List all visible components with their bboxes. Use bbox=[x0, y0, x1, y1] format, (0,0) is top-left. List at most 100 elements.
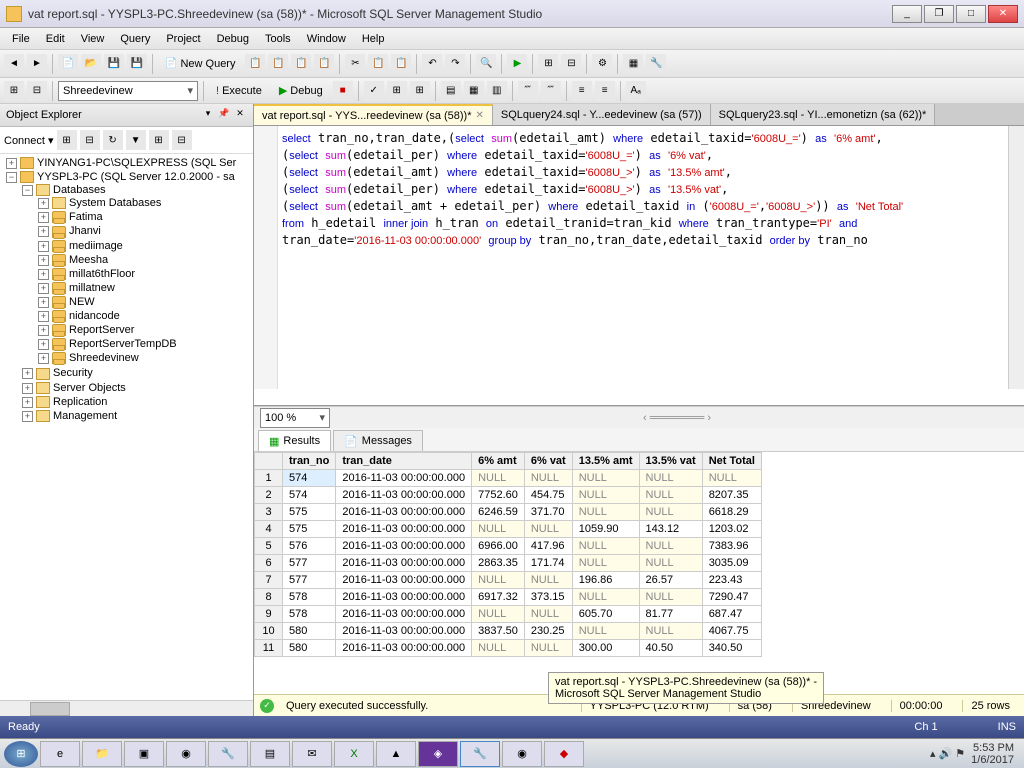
tab[interactable]: SQLquery23.sql - YI...emonetizn (sa (62)… bbox=[711, 104, 936, 125]
stop-button[interactable]: ■ bbox=[333, 81, 353, 101]
indent-button[interactable]: ≡ bbox=[572, 81, 592, 101]
cell[interactable]: 4067.75 bbox=[702, 623, 761, 640]
cell[interactable]: 223.43 bbox=[702, 572, 761, 589]
cell[interactable]: 605.70 bbox=[572, 606, 639, 623]
save-all-button[interactable]: 💾 bbox=[127, 54, 147, 74]
expand-icon[interactable]: + bbox=[38, 353, 49, 364]
connect-button[interactable]: Connect ▾ bbox=[4, 134, 54, 147]
cell[interactable]: 2016-11-03 00:00:00.000 bbox=[336, 640, 472, 657]
cell[interactable]: NULL bbox=[472, 521, 525, 538]
menu-view[interactable]: View bbox=[73, 30, 113, 48]
save-button[interactable]: 💾 bbox=[104, 54, 124, 74]
cell[interactable]: NULL bbox=[639, 589, 702, 606]
tab[interactable]: SQLquery24.sql - Y...eedevinew (sa (57)) bbox=[493, 104, 711, 125]
collapse-icon[interactable]: − bbox=[6, 172, 17, 183]
cell[interactable]: 373.15 bbox=[524, 589, 572, 606]
tb-icon-4[interactable]: 📋 bbox=[314, 54, 334, 74]
tb2-icon-2[interactable]: ⊟ bbox=[27, 81, 47, 101]
menu-help[interactable]: Help bbox=[354, 30, 393, 48]
expand-icon[interactable]: + bbox=[38, 269, 49, 280]
cell[interactable]: 340.50 bbox=[702, 640, 761, 657]
results-text-button[interactable]: ▤ bbox=[441, 81, 461, 101]
cell[interactable]: 2016-11-03 00:00:00.000 bbox=[336, 487, 472, 504]
cell[interactable]: NULL bbox=[524, 572, 572, 589]
cell[interactable]: 143.12 bbox=[639, 521, 702, 538]
cell[interactable]: 300.00 bbox=[572, 640, 639, 657]
cell[interactable]: 575 bbox=[283, 504, 336, 521]
taskbar-outlook[interactable]: ✉ bbox=[292, 741, 332, 767]
column-header[interactable]: tran_no bbox=[283, 453, 336, 470]
new-query-button[interactable]: 📄 New Query bbox=[158, 54, 242, 74]
column-header[interactable]: 13.5% amt bbox=[572, 453, 639, 470]
menu-tools[interactable]: Tools bbox=[257, 30, 299, 48]
results-file-button[interactable]: ▥ bbox=[487, 81, 507, 101]
row-number[interactable]: 5 bbox=[255, 538, 283, 555]
explorer-refresh-icon[interactable]: ↻ bbox=[103, 130, 123, 150]
cell[interactable]: NULL bbox=[702, 470, 761, 487]
menu-query[interactable]: Query bbox=[112, 30, 158, 48]
cell[interactable]: 454.75 bbox=[524, 487, 572, 504]
results-tab[interactable]: ▦Results bbox=[258, 430, 331, 451]
explorer-tb-1[interactable]: ⊞ bbox=[57, 130, 77, 150]
cell[interactable]: NULL bbox=[572, 538, 639, 555]
cell[interactable]: 578 bbox=[283, 606, 336, 623]
debug-button[interactable]: ▶ Debug bbox=[272, 81, 330, 101]
expand-icon[interactable]: + bbox=[38, 255, 49, 266]
redo-button[interactable]: ↷ bbox=[445, 54, 465, 74]
new-project-button[interactable]: 📄 bbox=[58, 54, 78, 74]
taskbar-android[interactable]: ▲ bbox=[376, 741, 416, 767]
cell[interactable]: 687.47 bbox=[702, 606, 761, 623]
system-tray[interactable]: ▴ 🔊 ⚑ 5:53 PM1/6/2017 bbox=[924, 742, 1020, 766]
parse-button[interactable]: ✓ bbox=[364, 81, 384, 101]
object-tree[interactable]: +YINYANG1-PC\SQLEXPRESS (SQL Ser −YYSPL3… bbox=[0, 154, 253, 700]
column-header[interactable]: Net Total bbox=[702, 453, 761, 470]
cell[interactable]: NULL bbox=[572, 623, 639, 640]
cell[interactable]: NULL bbox=[524, 521, 572, 538]
cell[interactable]: 2016-11-03 00:00:00.000 bbox=[336, 555, 472, 572]
zoom-combo[interactable]: 100 % bbox=[260, 408, 330, 428]
explorer-tb-4[interactable]: ⊟ bbox=[172, 130, 192, 150]
tab-active[interactable]: vat report.sql - YYS...reedevinew (sa (5… bbox=[254, 104, 493, 125]
paste-button[interactable]: 📋 bbox=[391, 54, 411, 74]
column-header[interactable]: 6% vat bbox=[524, 453, 572, 470]
explorer-dropdown-icon[interactable]: ▾ bbox=[201, 108, 215, 122]
cell[interactable]: NULL bbox=[572, 589, 639, 606]
cell[interactable]: 2863.35 bbox=[472, 555, 525, 572]
row-number[interactable]: 10 bbox=[255, 623, 283, 640]
expand-icon[interactable]: + bbox=[6, 158, 17, 169]
row-number[interactable]: 3 bbox=[255, 504, 283, 521]
pin-icon[interactable]: 📌 bbox=[217, 108, 231, 122]
open-button[interactable]: 📂 bbox=[81, 54, 101, 74]
cell[interactable]: 574 bbox=[283, 470, 336, 487]
row-number[interactable]: 11 bbox=[255, 640, 283, 657]
cell[interactable]: 40.50 bbox=[639, 640, 702, 657]
cell[interactable]: 578 bbox=[283, 589, 336, 606]
row-number[interactable]: 4 bbox=[255, 521, 283, 538]
cell[interactable]: NULL bbox=[472, 640, 525, 657]
tb2-icon-4[interactable]: ⊞ bbox=[410, 81, 430, 101]
table-row[interactable]: 75772016-11-03 00:00:00.000NULLNULL196.8… bbox=[255, 572, 762, 589]
cell[interactable]: NULL bbox=[639, 555, 702, 572]
tb-icon-5[interactable]: ⊞ bbox=[538, 54, 558, 74]
menu-edit[interactable]: Edit bbox=[38, 30, 73, 48]
cell[interactable]: 2016-11-03 00:00:00.000 bbox=[336, 589, 472, 606]
sql-text[interactable]: select tran_no,tran_date,(select sum(ede… bbox=[282, 130, 903, 249]
expand-icon[interactable]: + bbox=[38, 241, 49, 252]
taskbar-explorer[interactable]: 📁 bbox=[82, 741, 122, 767]
cell[interactable]: 2016-11-03 00:00:00.000 bbox=[336, 538, 472, 555]
find-button[interactable]: 🔍 bbox=[476, 54, 496, 74]
cell[interactable]: 371.70 bbox=[524, 504, 572, 521]
table-row[interactable]: 65772016-11-03 00:00:00.0002863.35171.74… bbox=[255, 555, 762, 572]
tb-icon-2[interactable]: 📋 bbox=[268, 54, 288, 74]
table-row[interactable]: 85782016-11-03 00:00:00.0006917.32373.15… bbox=[255, 589, 762, 606]
cell[interactable]: 574 bbox=[283, 487, 336, 504]
cell[interactable]: NULL bbox=[572, 504, 639, 521]
cell[interactable]: 3035.09 bbox=[702, 555, 761, 572]
results-grid-button[interactable]: ▦ bbox=[464, 81, 484, 101]
taskbar-app3[interactable]: ▤ bbox=[250, 741, 290, 767]
expand-icon[interactable]: + bbox=[38, 297, 49, 308]
row-number[interactable]: 9 bbox=[255, 606, 283, 623]
cell[interactable]: NULL bbox=[639, 470, 702, 487]
restore-button[interactable]: ❐ bbox=[924, 5, 954, 23]
explorer-filter-icon[interactable]: ▼ bbox=[126, 130, 146, 150]
